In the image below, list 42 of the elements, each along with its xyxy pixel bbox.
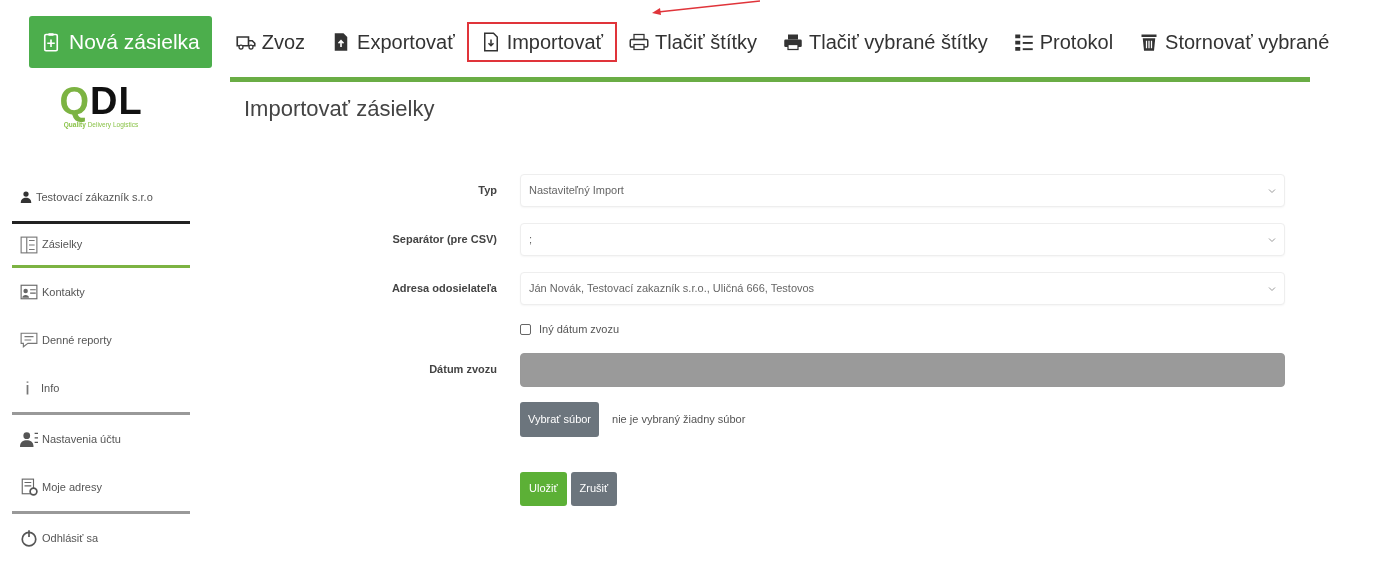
- field-label: Adresa odosielateľa: [391, 282, 497, 295]
- chat-report-icon: [20, 331, 38, 349]
- page-title: Importovať zásielky: [243, 95, 436, 123]
- select-field[interactable]: Nastaviteľný Import: [520, 174, 1285, 207]
- toolbar-button[interactable]: Importovať: [466, 21, 618, 62]
- clipboard-plus-icon: [41, 30, 61, 53]
- toolbar-button[interactable]: Tlačiť vybrané štítky: [769, 21, 1002, 62]
- checkbox-label: Iný dátum zvozu: [539, 321, 620, 337]
- power-icon: [20, 529, 38, 547]
- sidebar-item[interactable]: Odhlásiť sa: [12, 514, 190, 562]
- field-label: Dátum zvozu: [429, 363, 497, 376]
- info-icon: [26, 381, 29, 395]
- cancel-button[interactable]: Zrušiť: [570, 471, 618, 506]
- choose-file-button[interactable]: Vybrať súbor: [520, 401, 600, 437]
- sidebar-item[interactable]: Zásielky: [12, 224, 190, 268]
- user-icon: [20, 191, 32, 203]
- address-book-icon: [20, 478, 38, 496]
- toolbar-button[interactable]: Exportovať: [317, 21, 469, 62]
- user-settings-icon: [20, 430, 38, 448]
- select-field[interactable]: ;: [520, 223, 1285, 256]
- select-field[interactable]: Ján Novák, Testovací zakazník s.r.o., Uličná 666, Testovos: [520, 272, 1285, 305]
- list-icon: [20, 235, 38, 254]
- field-label: Separátor (pre CSV): [392, 233, 497, 246]
- printer-icon: [629, 31, 650, 52]
- field-label: Typ: [478, 184, 497, 197]
- chevron-down-icon: [1268, 186, 1276, 195]
- user-name: Testovací zákazník s.r.o: [12, 173, 190, 221]
- chevron-down-icon: [1268, 235, 1276, 244]
- toolbar-button[interactable]: Stornovať vybrané: [1125, 21, 1344, 62]
- toolbar-button[interactable]: Protokol: [999, 21, 1128, 62]
- chevron-down-icon: [1268, 284, 1276, 293]
- sidebar-item[interactable]: Denné reporty: [12, 316, 190, 364]
- sidebar-item[interactable]: Nastavenia účtu: [12, 415, 190, 463]
- checkbox[interactable]: [520, 323, 531, 335]
- sidebar-item[interactable]: Moje adresy: [12, 463, 190, 511]
- sidebar-item[interactable]: Info: [12, 364, 190, 412]
- logo: QDL: [59, 82, 143, 120]
- sidebar-item[interactable]: Kontakty: [12, 268, 190, 316]
- toolbar-button[interactable]: Tlačiť štítky: [615, 21, 772, 62]
- toolbar-button[interactable]: Zvoz: [221, 21, 320, 62]
- contact-card-icon: [20, 283, 38, 301]
- file-status: nie je vybraný žiadny súbor: [612, 411, 746, 427]
